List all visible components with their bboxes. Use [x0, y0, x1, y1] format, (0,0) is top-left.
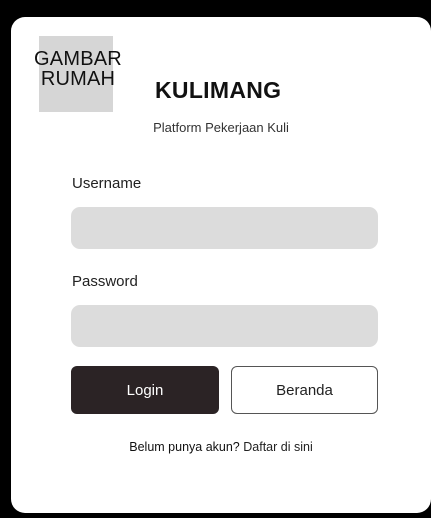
password-label: Password [72, 273, 138, 290]
username-label: Username [72, 175, 142, 192]
password-input[interactable] [71, 305, 378, 347]
home-button[interactable]: Beranda [231, 366, 378, 414]
login-card: GAMBAR RUMAH KULIMANG Platform Pekerjaan… [11, 17, 431, 513]
logo-image-text: GAMBAR RUMAH [20, 49, 136, 89]
register-link[interactable]: Daftar di sini [243, 440, 312, 454]
username-input[interactable] [71, 207, 378, 249]
logo-line-2: RUMAH [40, 68, 116, 90]
brand-tagline: Platform Pekerjaan Kuli [153, 120, 289, 135]
logo-line-1: GAMBAR [34, 48, 122, 70]
brand-title: KULIMANG [155, 77, 282, 103]
register-prompt: Belum punya akun? Daftar di sini [11, 440, 431, 454]
login-button[interactable]: Login [71, 366, 219, 414]
register-text: Belum punya akun? [129, 440, 240, 454]
